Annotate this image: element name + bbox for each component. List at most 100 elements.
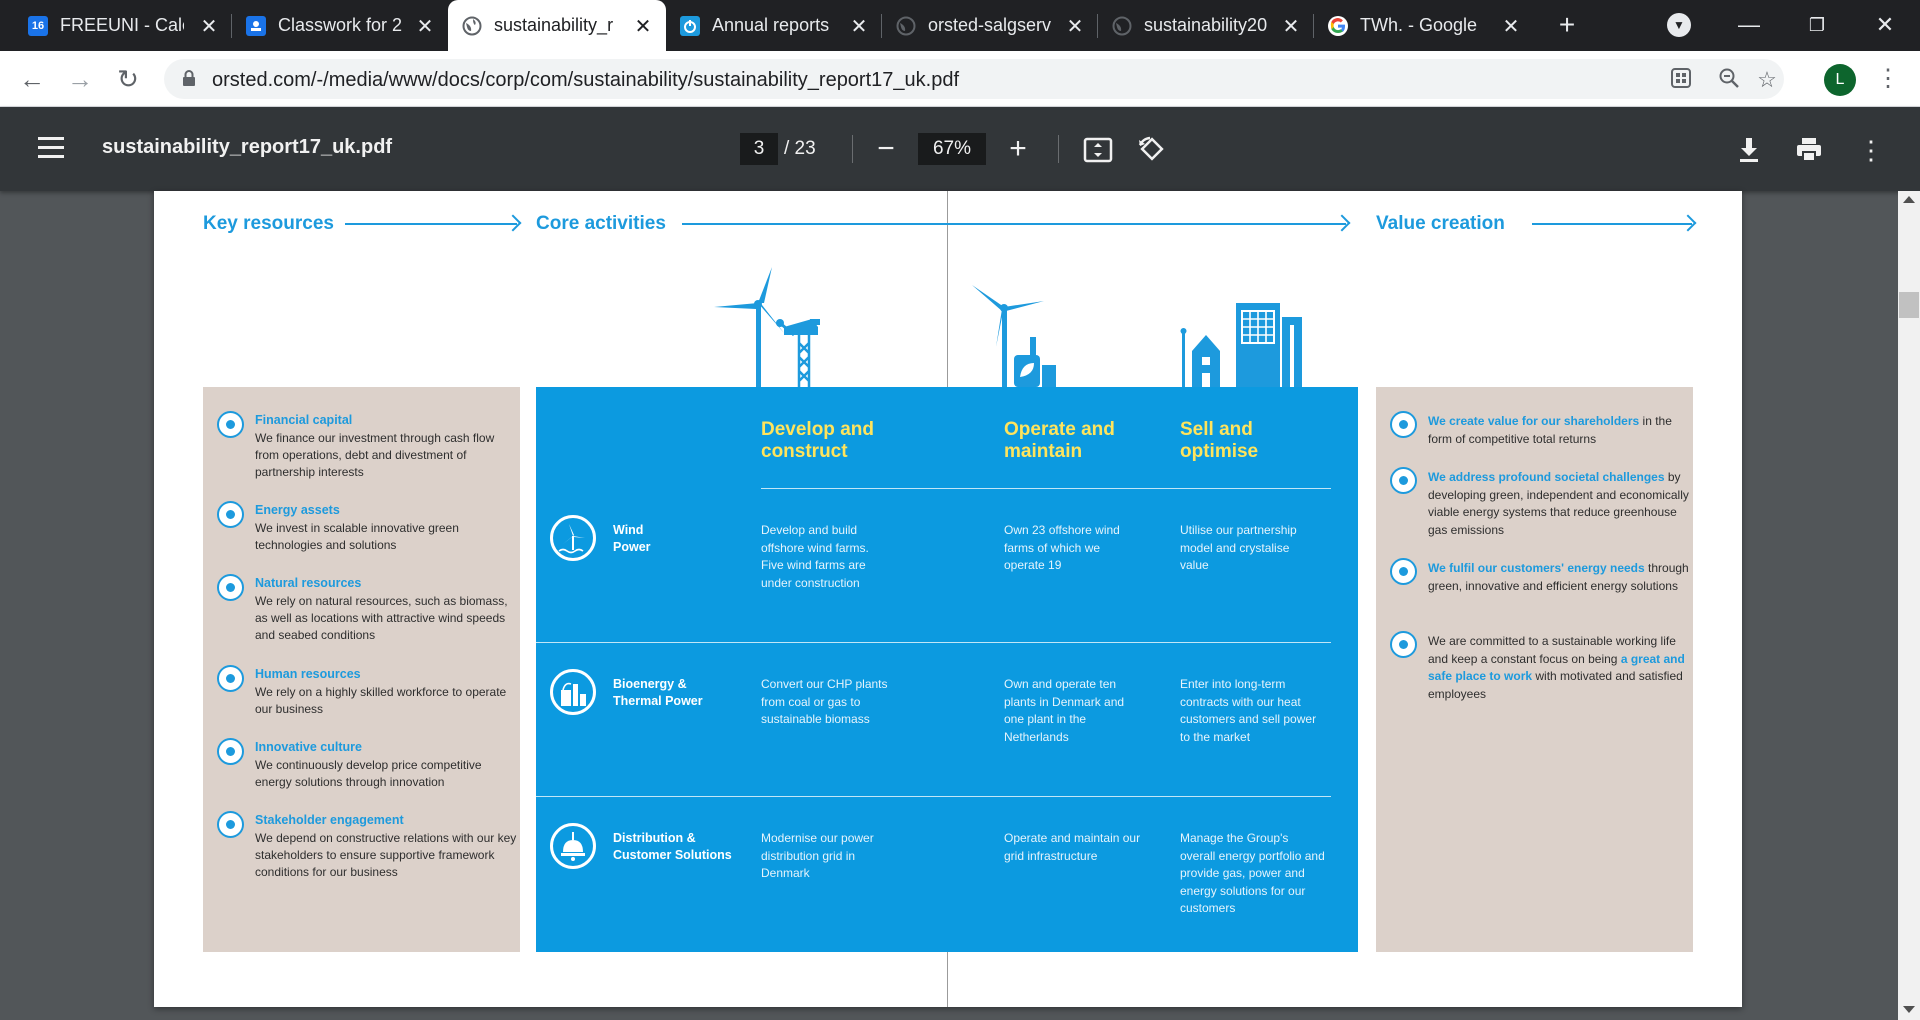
rotate-icon[interactable] bbox=[1136, 135, 1166, 165]
download-icon[interactable] bbox=[1734, 135, 1764, 165]
close-window-icon[interactable]: ✕ bbox=[1862, 8, 1908, 42]
column-heading-line: Sell and bbox=[1180, 419, 1253, 440]
google-icon bbox=[1328, 15, 1348, 36]
zoom-magnifier-icon[interactable] bbox=[1716, 67, 1742, 93]
back-arrow-icon[interactable]: ← bbox=[16, 63, 48, 95]
zoom-level-input[interactable]: 67% bbox=[918, 133, 986, 165]
browser-toolbar: ← → ↻ orsted.com/-/media/www/docs/corp/c… bbox=[0, 51, 1920, 107]
human-resources-people-icon bbox=[217, 665, 244, 692]
column-heading-line: Operate and bbox=[1004, 419, 1115, 440]
zoom-out-icon[interactable]: − bbox=[868, 131, 904, 167]
sidebar-menu-icon[interactable] bbox=[38, 137, 64, 159]
wind-turbine-bio-plant-illustration bbox=[972, 285, 1056, 387]
header-arrow bbox=[345, 223, 517, 225]
column-heading-sell-optimise: Sell and optimise bbox=[1180, 419, 1258, 463]
tab-classwork[interactable]: Classwork for 2 ✕ bbox=[232, 0, 448, 51]
lamp-icon bbox=[550, 823, 596, 869]
more-options-icon[interactable]: ⋮ bbox=[1856, 135, 1886, 165]
close-tab-icon[interactable]: ✕ bbox=[1064, 14, 1086, 39]
address-bar[interactable]: orsted.com/-/media/www/docs/corp/com/sus… bbox=[164, 59, 1784, 99]
employees-icon bbox=[1390, 631, 1417, 658]
browser-menu-icon[interactable]: ⋮ bbox=[1876, 63, 1900, 95]
row-label-wind-power: Wind Power bbox=[613, 522, 651, 556]
cell-wind-operate: Own 23 offshore wind farms of which we o… bbox=[1004, 523, 1120, 572]
cell-wind-develop: Develop and build offshore wind farms. F… bbox=[761, 523, 869, 590]
row-label-line: Customer Solutions bbox=[613, 848, 732, 862]
scroll-up-arrow-icon[interactable] bbox=[1903, 196, 1915, 203]
row-label-line: Bioenergy & bbox=[613, 677, 687, 691]
tab-orsted-salgserv[interactable]: orsted-salgserv ✕ bbox=[882, 0, 1098, 51]
minimize-icon[interactable]: — bbox=[1726, 8, 1772, 42]
tab-title: sustainability20 bbox=[1144, 15, 1268, 35]
resource-text: We continuously develop price competitiv… bbox=[255, 758, 482, 789]
core-activities-panel: Develop and construct Operate and mainta… bbox=[536, 387, 1358, 952]
cell-distribution-sell: Manage the Group's overall energy portfo… bbox=[1180, 831, 1325, 915]
reload-icon[interactable]: ↻ bbox=[112, 63, 144, 95]
row-divider bbox=[761, 488, 1331, 489]
toolbar-divider bbox=[1058, 135, 1059, 163]
key-resources-panel: Financial capital We finance our investm… bbox=[203, 387, 520, 952]
browser-tab-strip: 16 FREEUNI - Cale ✕ Classwork for 2 ✕ su… bbox=[0, 0, 1920, 51]
close-tab-icon[interactable]: ✕ bbox=[632, 14, 654, 39]
header-key-resources: Key resources bbox=[203, 213, 334, 234]
shareholder-growth-icon bbox=[1390, 411, 1417, 438]
header-arrow bbox=[1532, 223, 1692, 225]
page-number-input[interactable]: 3 bbox=[740, 133, 778, 165]
resource-text: We depend on constructive relations with… bbox=[255, 831, 517, 879]
globe-icon bbox=[1112, 16, 1132, 36]
tab-sustainability-pdf[interactable]: sustainability_r ✕ bbox=[448, 0, 666, 51]
zoom-in-icon[interactable]: + bbox=[1000, 131, 1036, 167]
wind-turbine-icon bbox=[550, 515, 596, 561]
bookmark-star-icon[interactable]: ☆ bbox=[1754, 67, 1780, 93]
close-tab-icon[interactable]: ✕ bbox=[1500, 14, 1522, 39]
cell-bioenergy-operate: Own and operate ten plants in Denmark an… bbox=[1004, 677, 1125, 744]
apps-grid-icon[interactable] bbox=[1668, 67, 1694, 93]
resource-title: Human resources bbox=[255, 667, 361, 681]
close-tab-icon[interactable]: ✕ bbox=[848, 14, 870, 39]
close-tab-icon[interactable]: ✕ bbox=[198, 14, 220, 39]
pdf-filename: sustainability_report17_uk.pdf bbox=[102, 136, 393, 158]
column-heading-line: construct bbox=[761, 441, 848, 462]
forward-arrow-icon[interactable]: → bbox=[64, 63, 96, 95]
close-tab-icon[interactable]: ✕ bbox=[414, 14, 436, 39]
resource-title: Natural resources bbox=[255, 576, 362, 590]
pdf-viewer-toolbar: sustainability_report17_uk.pdf 3 / 23 − … bbox=[0, 107, 1920, 191]
scroll-down-arrow-icon[interactable] bbox=[1903, 1006, 1915, 1013]
value-text: We create value for our shareholders in … bbox=[1428, 413, 1690, 448]
column-heading-line: optimise bbox=[1180, 441, 1259, 462]
scrollbar-thumb[interactable] bbox=[1899, 292, 1919, 318]
fit-to-page-icon[interactable] bbox=[1083, 135, 1113, 165]
resource-text: We finance our investment through cash f… bbox=[255, 431, 495, 479]
toolbar-divider bbox=[852, 135, 853, 163]
tab-annual-reports[interactable]: Annual reports ✕ bbox=[666, 0, 882, 51]
cell-distribution-operate: Operate and maintain our grid infrastruc… bbox=[1004, 831, 1141, 863]
leaf-societal-icon bbox=[1390, 467, 1417, 494]
value-title: We fulfil our customers' energy needs bbox=[1428, 561, 1645, 575]
tab-calendar[interactable]: 16 FREEUNI - Cale ✕ bbox=[14, 0, 232, 51]
row-label-line: Distribution & bbox=[613, 831, 696, 845]
tab-title: FREEUNI - Cale bbox=[60, 15, 184, 35]
profile-avatar[interactable]: L bbox=[1824, 64, 1856, 96]
tab-google-twh[interactable]: TWh. - Google ✕ bbox=[1314, 0, 1534, 51]
tab-sustainability20[interactable]: sustainability20 ✕ bbox=[1098, 0, 1314, 51]
new-tab-plus-icon[interactable]: + bbox=[1550, 8, 1584, 42]
row-label-line: Wind bbox=[613, 523, 644, 537]
tab-title: orsted-salgserv bbox=[928, 15, 1052, 35]
tab-search-chevron-icon[interactable]: ▼ bbox=[1667, 13, 1691, 37]
calendar-16-icon: 16 bbox=[28, 15, 48, 36]
tab-title: TWh. - Google bbox=[1360, 15, 1478, 35]
tab-title: Classwork for 2 bbox=[278, 15, 402, 35]
power-plant-icon bbox=[550, 669, 596, 715]
row-divider bbox=[536, 642, 1331, 643]
row-label-bioenergy: Bioenergy & Thermal Power bbox=[613, 676, 703, 710]
cell-wind-sell: Utilise our partnership model and crysta… bbox=[1180, 523, 1297, 572]
header-core-activities: Core activities bbox=[536, 213, 666, 234]
close-tab-icon[interactable]: ✕ bbox=[1280, 14, 1302, 39]
print-icon[interactable] bbox=[1794, 135, 1824, 165]
resource-title: Energy assets bbox=[255, 503, 340, 517]
resource-text: We rely on a highly skilled workforce to… bbox=[255, 685, 507, 716]
customer-energy-icon bbox=[1390, 558, 1417, 585]
restore-icon[interactable]: ❐ bbox=[1794, 8, 1840, 42]
row-label-line: Thermal Power bbox=[613, 694, 703, 708]
innovative-culture-lightbulb-icon bbox=[217, 738, 244, 765]
